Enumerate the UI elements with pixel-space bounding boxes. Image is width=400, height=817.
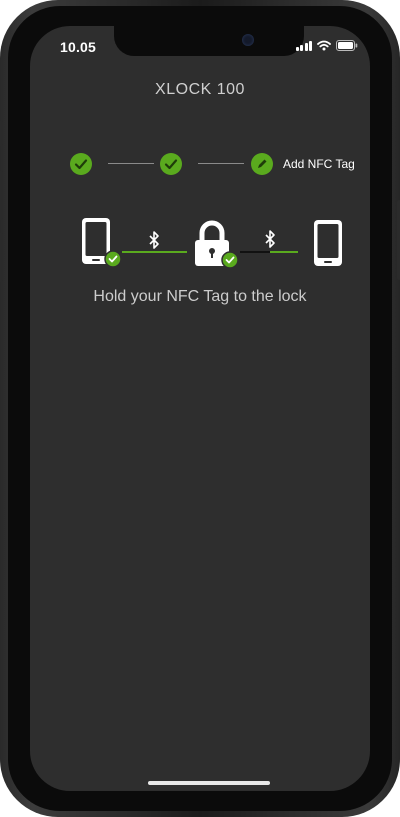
- bezel: 10.05 XLOCK 100 Add NFC Tag Hold your NF…: [8, 6, 392, 811]
- status-time: 10.05: [60, 39, 97, 55]
- instruction-message: Hold your NFC Tag to the lock: [93, 288, 307, 305]
- step-1-check-icon: [70, 153, 92, 175]
- wifi-icon: [317, 40, 331, 51]
- progress-steps: Add NFC Tag: [70, 153, 370, 175]
- step-2-check-icon: [160, 153, 182, 175]
- notch: [114, 26, 304, 56]
- right-bluetooth-icon: [265, 230, 275, 248]
- phone-frame: 10.05 XLOCK 100 Add NFC Tag Hold your NF…: [0, 0, 400, 817]
- cellular-signal-icon: [295, 40, 312, 51]
- step-3-pencil-icon: [251, 153, 273, 175]
- app-screen: 10.05 XLOCK 100 Add NFC Tag Hold your NF…: [30, 26, 370, 791]
- lock-check-icon: [221, 251, 239, 269]
- front-camera: [242, 34, 254, 46]
- home-indicator[interactable]: [148, 781, 270, 785]
- right-phone-icon: [314, 220, 342, 266]
- step-connector: [198, 163, 244, 164]
- connection-diagram: [82, 218, 342, 269]
- current-step-label: Add NFC Tag: [283, 157, 355, 171]
- mute-switch: [0, 120, 3, 146]
- battery-icon: [336, 40, 358, 51]
- left-phone-check-icon: [104, 250, 122, 268]
- volume-up-button: [0, 170, 3, 220]
- status-icons: [295, 40, 359, 51]
- page-title: XLOCK 100: [155, 81, 245, 98]
- volume-down-button: [0, 232, 3, 282]
- left-bluetooth-icon: [149, 231, 159, 249]
- step-connector: [108, 163, 154, 164]
